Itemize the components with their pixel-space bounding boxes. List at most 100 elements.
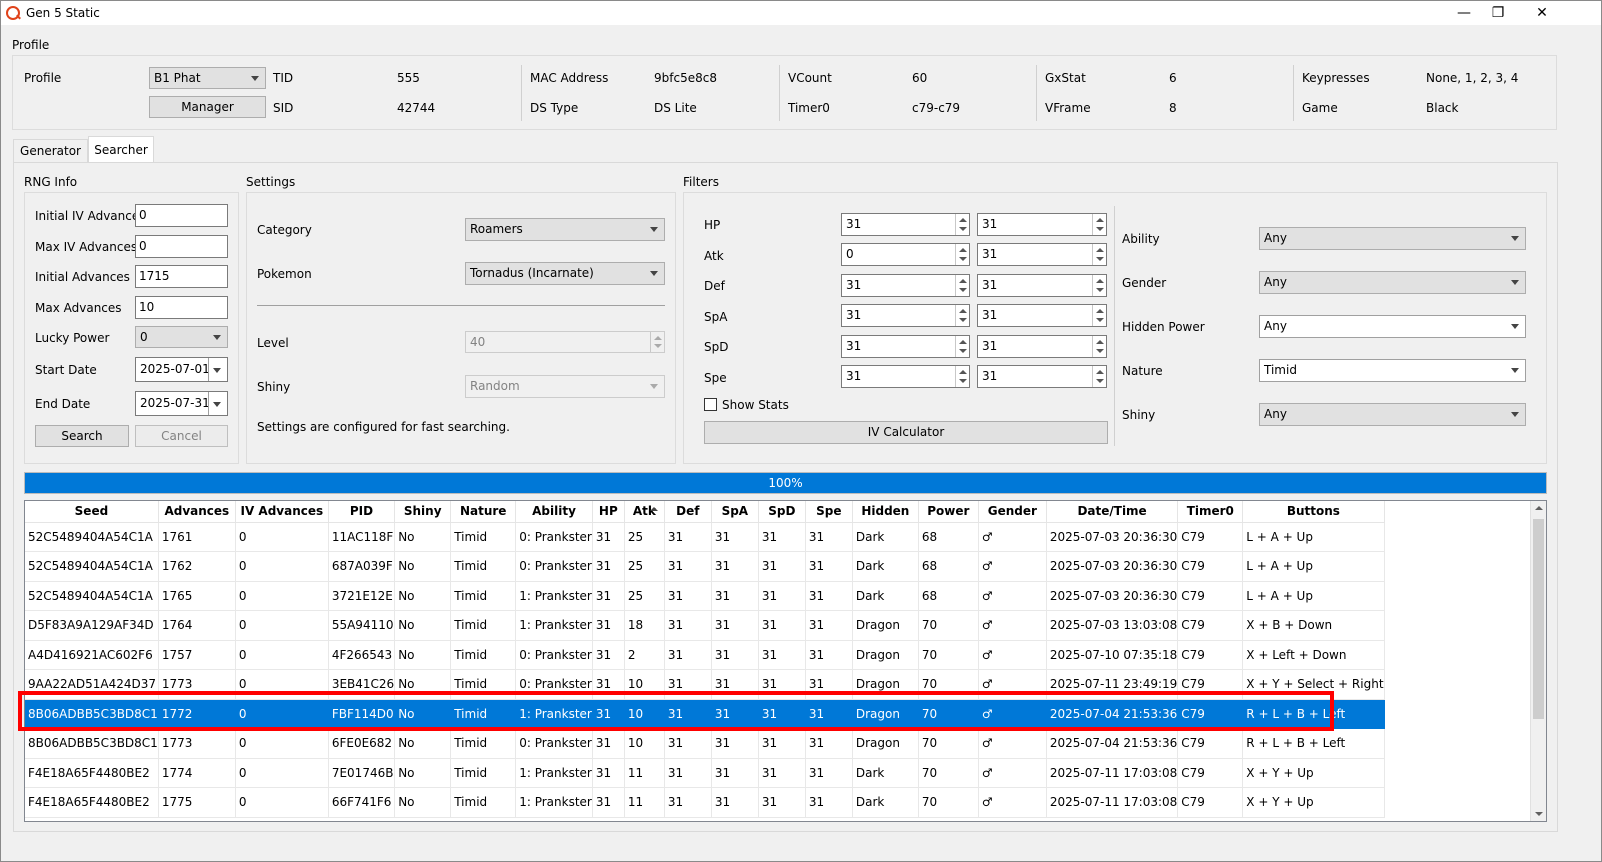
table-cell: C79 bbox=[1177, 699, 1244, 729]
max-advances-input[interactable]: 10 bbox=[135, 296, 228, 319]
table-cell: 31 bbox=[711, 787, 759, 818]
table-row[interactable]: 9AA22AD51A424D37 1773 0 3EB41C26 No Timid 0: P… bbox=[25, 669, 1385, 700]
table-cell: 31 bbox=[592, 610, 625, 641]
spa-max-spinbox[interactable]: 31 bbox=[977, 304, 1107, 327]
table-row[interactable]: 52C5489404A54C1A 1761 0 11AC118F No Timid 0: P… bbox=[25, 522, 1385, 552]
table-cell: 31 bbox=[758, 758, 806, 788]
spd-label: SpD bbox=[704, 340, 729, 354]
column-header[interactable]: Date/Time bbox=[1046, 501, 1179, 523]
table-cell: 31 bbox=[592, 787, 625, 818]
show-stats-checkbox[interactable] bbox=[704, 398, 717, 411]
hidden-power-select[interactable]: Any bbox=[1259, 315, 1526, 338]
iv-calculator-button[interactable]: IV Calculator bbox=[704, 421, 1108, 444]
spe-max-spinbox[interactable]: 31 bbox=[977, 365, 1107, 388]
initial-iv-input[interactable]: 0 bbox=[135, 204, 228, 227]
gender-value: Any bbox=[1264, 275, 1287, 289]
column-header[interactable]: Hidden bbox=[852, 501, 919, 523]
results-grid: Seed Advances IV Advances PID Shiny Nature Abi… bbox=[25, 501, 1385, 818]
table-row[interactable]: 8B06ADBB5C3BD8C1 1772 0 FBF114D0 No Timid 1: P… bbox=[25, 699, 1385, 729]
initial-iv-label: Initial IV Advances bbox=[35, 209, 146, 223]
column-header[interactable]: Advances bbox=[158, 501, 236, 523]
rng-group-label: RNG Info bbox=[24, 175, 78, 189]
nature-select[interactable]: Timid bbox=[1259, 359, 1526, 382]
column-header[interactable]: SpA bbox=[711, 501, 759, 523]
table-cell: 25 bbox=[624, 522, 665, 552]
start-date-picker[interactable]: 2025-07-01 bbox=[135, 357, 228, 382]
tab-generator[interactable]: Generator bbox=[13, 139, 88, 162]
divider bbox=[208, 392, 209, 415]
column-header[interactable]: Buttons bbox=[1242, 501, 1385, 523]
ability-select[interactable]: Any bbox=[1259, 227, 1526, 250]
table-cell: 8B06ADBB5C3BD8C1 bbox=[25, 699, 159, 729]
scroll-up-icon[interactable] bbox=[1535, 506, 1543, 510]
table-row[interactable]: 52C5489404A54C1A 1765 0 3721E12E No Timid 1: P… bbox=[25, 581, 1385, 611]
table-cell: C79 bbox=[1177, 787, 1244, 818]
table-cell: Dragon bbox=[852, 610, 919, 641]
hp-min-spinbox[interactable]: 31 bbox=[841, 213, 970, 236]
table-row[interactable]: D5F83A9A129AF34D 1764 0 55A94110 No Timid 1: P… bbox=[25, 610, 1385, 641]
column-header[interactable]: Seed bbox=[25, 501, 159, 523]
end-date-picker[interactable]: 2025-07-31 bbox=[135, 391, 228, 416]
scroll-down-icon[interactable] bbox=[1535, 812, 1543, 816]
results-table[interactable]: Seed Advances IV Advances PID Shiny Nature Abi… bbox=[24, 500, 1547, 822]
table-cell: 1772 bbox=[158, 699, 236, 729]
lucky-power-select[interactable]: 0 bbox=[135, 326, 228, 348]
vertical-scrollbar[interactable] bbox=[1530, 501, 1546, 821]
column-header[interactable]: Def bbox=[664, 501, 712, 523]
table-cell: 31 bbox=[664, 669, 712, 700]
shiny-filter-select[interactable]: Any bbox=[1259, 403, 1526, 426]
max-iv-input[interactable]: 0 bbox=[135, 235, 228, 258]
chevron-up-icon bbox=[959, 340, 967, 344]
def-min-spinbox[interactable]: 31 bbox=[841, 274, 970, 297]
atk-max-spinbox[interactable]: 31 bbox=[977, 243, 1107, 266]
column-header[interactable]: Nature bbox=[450, 501, 517, 523]
column-header[interactable]: Atk bbox=[624, 501, 665, 523]
atk-min-spinbox[interactable]: 0 bbox=[841, 243, 970, 266]
profile-select[interactable]: B1 Phat bbox=[149, 67, 266, 89]
category-select[interactable]: Roamers bbox=[465, 218, 665, 241]
table-cell: ♂ bbox=[978, 728, 1047, 759]
table-row[interactable]: 52C5489404A54C1A 1762 0 687A039F No Timid 0: P… bbox=[25, 551, 1385, 582]
hp-max-spinbox[interactable]: 31 bbox=[977, 213, 1107, 236]
column-header[interactable]: IV Advances bbox=[235, 501, 329, 523]
tab-searcher[interactable]: Searcher bbox=[88, 136, 154, 163]
def-max-spinbox[interactable]: 31 bbox=[977, 274, 1107, 297]
spd-min-spinbox[interactable]: 31 bbox=[841, 335, 970, 358]
shiny-select[interactable]: Random bbox=[465, 375, 665, 398]
spa-min-spinbox[interactable]: 31 bbox=[841, 304, 970, 327]
column-header[interactable]: SpD bbox=[758, 501, 806, 523]
column-header[interactable]: HP bbox=[592, 501, 625, 523]
table-row[interactable]: F4E18A65F4480BE2 1775 0 66F741F6 No Timid 1: P… bbox=[25, 787, 1385, 818]
column-header[interactable]: Shiny bbox=[394, 501, 452, 523]
table-row[interactable]: A4D416921AC602F6 1757 0 4F266543 No Timid 0: P… bbox=[25, 640, 1385, 670]
gender-select[interactable]: Any bbox=[1259, 271, 1526, 294]
manager-button[interactable]: Manager bbox=[149, 96, 266, 118]
title-bar[interactable]: Gen 5 Static — ❐ ✕ bbox=[1, 1, 1601, 25]
table-cell: 0 bbox=[235, 787, 329, 818]
pokemon-select[interactable]: Tornadus (Incarnate) bbox=[465, 262, 665, 285]
search-button[interactable]: Search bbox=[35, 425, 129, 447]
column-header[interactable]: Timer0 bbox=[1177, 501, 1244, 523]
cancel-button[interactable]: Cancel bbox=[135, 425, 228, 447]
close-button[interactable]: ✕ bbox=[1519, 1, 1565, 25]
initial-advances-input[interactable]: 1715 bbox=[135, 265, 228, 288]
table-row[interactable]: F4E18A65F4480BE2 1774 0 7E01746B No Timid 1: P… bbox=[25, 758, 1385, 788]
column-header[interactable]: Gender bbox=[978, 501, 1047, 523]
table-cell: ♂ bbox=[978, 669, 1047, 700]
column-header[interactable]: Ability bbox=[515, 501, 593, 523]
hp-min-value: 31 bbox=[846, 217, 862, 231]
scrollbar-thumb[interactable] bbox=[1533, 519, 1544, 719]
level-spinbox[interactable]: 40 bbox=[465, 331, 665, 353]
spe-min-spinbox[interactable]: 31 bbox=[841, 365, 970, 388]
column-header[interactable]: Power bbox=[918, 501, 979, 523]
table-cell: 1775 bbox=[158, 787, 236, 818]
column-header[interactable]: PID bbox=[328, 501, 396, 523]
column-header[interactable]: Spe bbox=[805, 501, 853, 523]
spd-max-spinbox[interactable]: 31 bbox=[977, 335, 1107, 358]
tid-label: TID bbox=[273, 71, 294, 85]
table-cell: 31 bbox=[592, 522, 625, 552]
table-row[interactable]: 8B06ADBB5C3BD8C1 1773 0 6FE0E682 No Timid 0: P… bbox=[25, 728, 1385, 759]
table-cell: 31 bbox=[711, 669, 759, 700]
restore-button[interactable]: ❐ bbox=[1475, 1, 1521, 25]
table-cell: 2 bbox=[624, 640, 665, 670]
